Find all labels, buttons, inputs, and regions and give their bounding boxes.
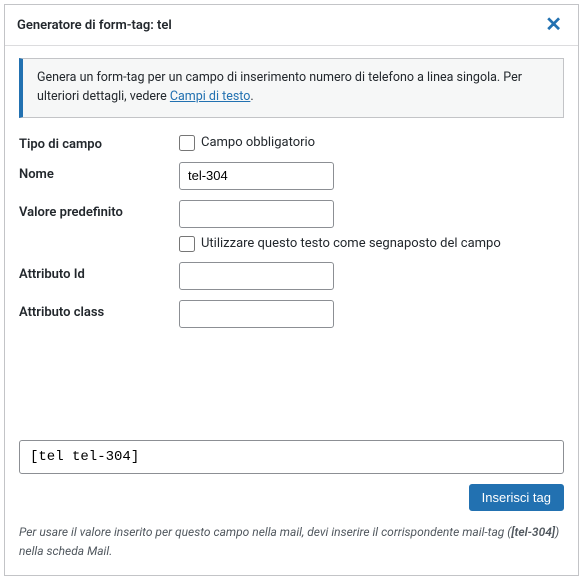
label-name: Nome — [19, 162, 179, 182]
close-icon[interactable]: ✕ — [541, 13, 566, 37]
info-text-after: . — [250, 89, 253, 104]
placeholder-checkbox[interactable] — [179, 236, 195, 252]
required-label: Campo obbligatorio — [201, 135, 315, 150]
tag-output[interactable] — [19, 440, 564, 474]
spacer — [19, 338, 564, 428]
row-default: Valore predefinito Utilizzare questo tes… — [19, 200, 564, 252]
dialog-header: Generatore di form-tag: tel ✕ — [5, 5, 578, 46]
placeholder-checkbox-wrap[interactable]: Utilizzare questo testo come segnaposto … — [179, 233, 564, 252]
label-fieldtype: Tipo di campo — [19, 132, 179, 152]
placeholder-label: Utilizzare questo testo come segnaposto … — [201, 236, 501, 251]
mail-tag-hint: Per usare il valore inserito per questo … — [19, 523, 564, 561]
label-id: Attributo Id — [19, 262, 179, 282]
class-input[interactable] — [179, 300, 334, 328]
name-input[interactable] — [179, 162, 334, 190]
dialog-footer: Inserisci tag Per usare il valore inseri… — [5, 440, 578, 575]
dialog-body: Genera un form-tag per un campo di inser… — [5, 46, 578, 440]
form-tag-dialog: Generatore di form-tag: tel ✕ Genera un … — [4, 4, 579, 576]
dialog-title: Generatore di form-tag: tel — [17, 18, 172, 33]
row-name: Nome — [19, 162, 564, 190]
label-default: Valore predefinito — [19, 200, 179, 220]
hint-before: Per usare il valore inserito per questo … — [19, 525, 511, 539]
row-fieldtype: Tipo di campo Campo obbligatorio — [19, 132, 564, 152]
default-value-input[interactable] — [179, 200, 334, 228]
insert-tag-button[interactable]: Inserisci tag — [469, 484, 564, 511]
row-id: Attributo Id — [19, 262, 564, 290]
row-class: Attributo class — [19, 300, 564, 328]
hint-mailtag: [tel-304] — [511, 525, 555, 539]
info-link[interactable]: Campi di testo — [170, 89, 251, 104]
required-checkbox-wrap[interactable]: Campo obbligatorio — [179, 132, 564, 151]
label-class: Attributo class — [19, 300, 179, 320]
info-text: Genera un form-tag per un campo di inser… — [37, 70, 522, 104]
id-input[interactable] — [179, 262, 334, 290]
info-box: Genera un form-tag per un campo di inser… — [19, 58, 564, 118]
required-checkbox[interactable] — [179, 135, 195, 151]
